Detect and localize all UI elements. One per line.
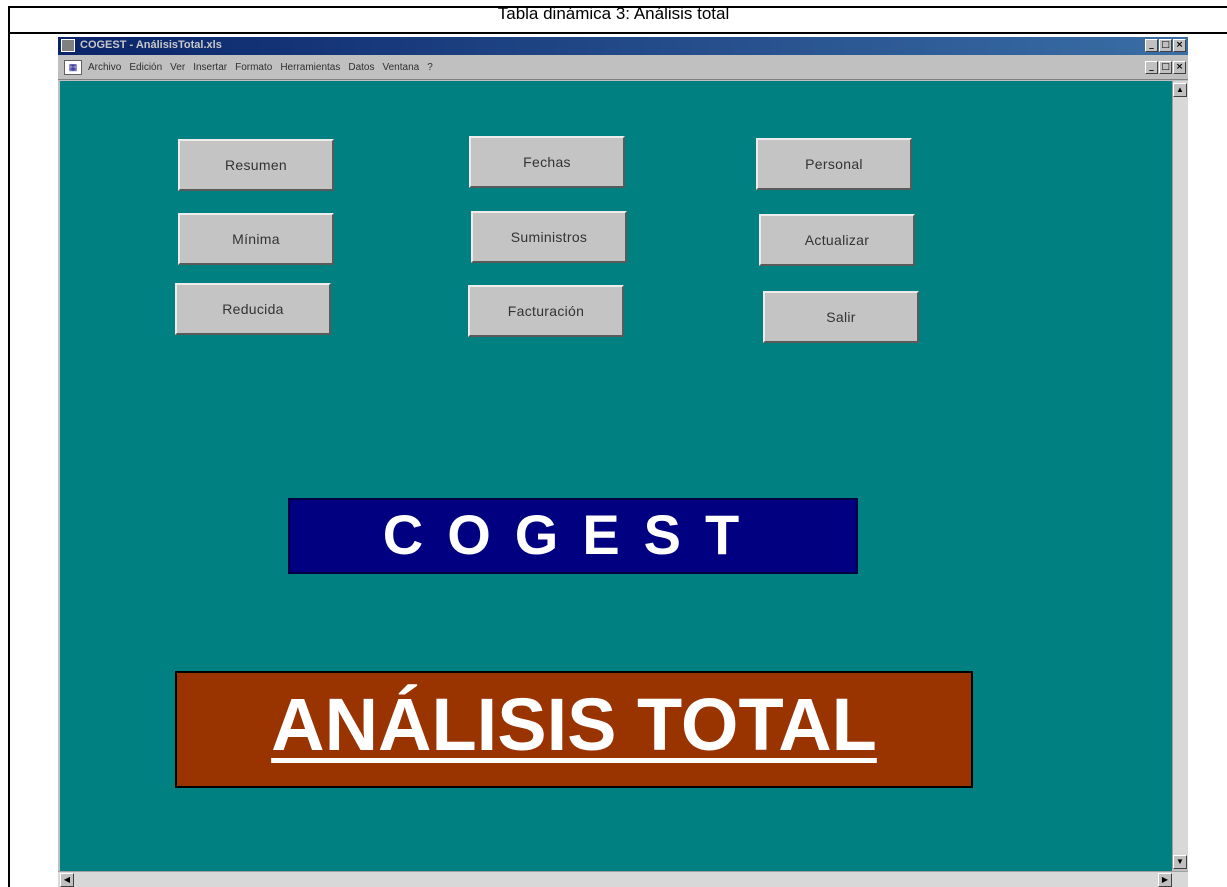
cogest-banner: COGEST	[288, 498, 858, 574]
vertical-scrollbar[interactable]: ▲ ▼	[1172, 81, 1188, 869]
scroll-down-icon[interactable]: ▼	[1173, 855, 1187, 869]
window-title: COGEST - AnálisisTotal.xls	[80, 39, 222, 51]
excel-app-icon[interactable]	[61, 39, 75, 52]
document-icon[interactable]: ▦	[64, 60, 82, 75]
document-controls: _ □ ×	[1145, 61, 1186, 74]
menu-datos[interactable]: Datos	[348, 62, 374, 73]
minima-button[interactable]: Mínima	[178, 213, 334, 265]
frame-border	[8, 34, 10, 887]
maximize-button[interactable]: □	[1159, 39, 1172, 52]
doc-minimize-button[interactable]: _	[1145, 61, 1158, 74]
resumen-button[interactable]: Resumen	[178, 139, 334, 191]
menu-bar: ▦ Archivo Edición Ver Insertar Formato H…	[58, 57, 1188, 80]
horizontal-scrollbar[interactable]: ◀ ▶	[58, 871, 1188, 887]
minimize-button[interactable]: _	[1145, 39, 1158, 52]
menu-archivo[interactable]: Archivo	[88, 62, 121, 73]
doc-maximize-button[interactable]: □	[1159, 61, 1172, 74]
menu-edicion[interactable]: Edición	[129, 62, 162, 73]
menu-items: Archivo Edición Ver Insertar Formato Her…	[88, 62, 433, 73]
window-controls: _ □ ×	[1145, 39, 1186, 52]
suministros-button[interactable]: Suministros	[471, 211, 627, 263]
menu-formato[interactable]: Formato	[235, 62, 272, 73]
menu-ventana[interactable]: Ventana	[382, 62, 419, 73]
fechas-button[interactable]: Fechas	[469, 136, 625, 188]
excel-window: COGEST - AnálisisTotal.xls _ □ × ▦ Archi…	[58, 37, 1188, 887]
menu-ayuda[interactable]: ?	[427, 62, 433, 73]
scroll-up-icon[interactable]: ▲	[1173, 83, 1187, 97]
scroll-right-icon[interactable]: ▶	[1158, 873, 1172, 887]
doc-close-button[interactable]: ×	[1173, 61, 1186, 74]
figure-caption: Tabla dinámica 3: Análisis total	[497, 4, 730, 23]
menu-ver[interactable]: Ver	[170, 62, 185, 73]
scroll-left-icon[interactable]: ◀	[60, 873, 74, 887]
salir-button[interactable]: Salir	[763, 291, 919, 343]
personal-button[interactable]: Personal	[756, 138, 912, 190]
reducida-button[interactable]: Reducida	[175, 283, 331, 335]
worksheet-canvas: Resumen Fechas Personal Mínima Suministr…	[60, 81, 1172, 871]
analisis-total-banner: ANÁLISIS TOTAL	[175, 671, 973, 788]
actualizar-button[interactable]: Actualizar	[759, 214, 915, 266]
title-bar[interactable]: COGEST - AnálisisTotal.xls _ □ ×	[58, 37, 1188, 55]
analisis-total-text: ANÁLISIS TOTAL	[271, 683, 877, 766]
close-button[interactable]: ×	[1173, 39, 1186, 52]
facturacion-button[interactable]: Facturación	[468, 285, 624, 337]
menu-herramientas[interactable]: Herramientas	[280, 62, 340, 73]
menu-insertar[interactable]: Insertar	[193, 62, 227, 73]
